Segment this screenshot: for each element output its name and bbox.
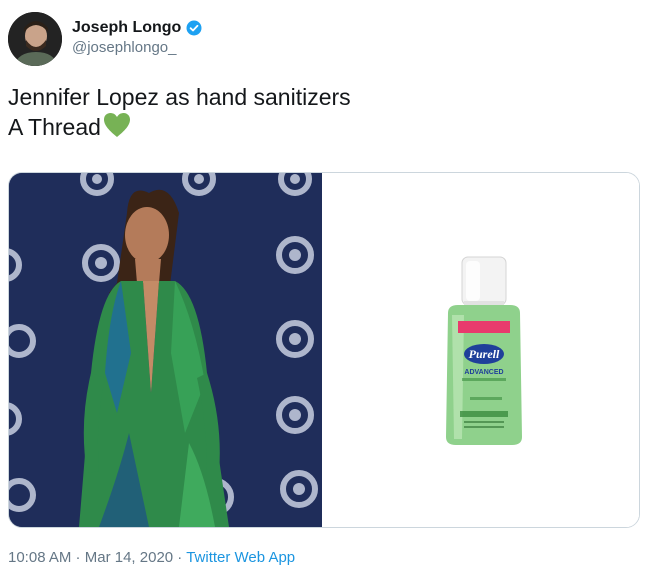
purell-brand-label: Purell — [469, 347, 500, 361]
meta-separator: · — [71, 549, 85, 566]
tweet-media[interactable]: Purell ADVANCED — [8, 172, 640, 528]
verified-badge-icon — [186, 20, 202, 36]
tweet-text: Jennifer Lopez as hand sanitizers A Thre… — [8, 83, 351, 142]
tweet-meta: 10:08 AM · Mar 14, 2020 · Twitter Web Ap… — [8, 548, 295, 568]
tweet-date[interactable]: Mar 14, 2020 — [85, 549, 173, 566]
tweet-source[interactable]: Twitter Web App — [186, 549, 295, 566]
tweet-text-line-1: Jennifer Lopez as hand sanitizers — [8, 84, 351, 110]
purell-sub-label: ADVANCED — [464, 369, 503, 376]
tweet-time[interactable]: 10:08 AM — [8, 549, 71, 566]
purell-bottle-image: Purell ADVANCED — [324, 173, 639, 527]
avatar[interactable] — [8, 12, 62, 66]
display-name[interactable]: Joseph Longo — [72, 18, 181, 38]
avatar-photo — [8, 12, 62, 66]
green-heart-icon — [103, 113, 130, 137]
tweet-text-line-2: A Thread — [8, 114, 101, 140]
photo-jennifer-lopez[interactable] — [9, 173, 322, 527]
user-handle[interactable]: @josephlongo_ — [72, 39, 176, 57]
meta-separator-2: · — [173, 549, 187, 566]
photo-jennifer-lopez-image — [9, 173, 322, 527]
photo-purell-bottle[interactable]: Purell ADVANCED — [324, 173, 639, 527]
